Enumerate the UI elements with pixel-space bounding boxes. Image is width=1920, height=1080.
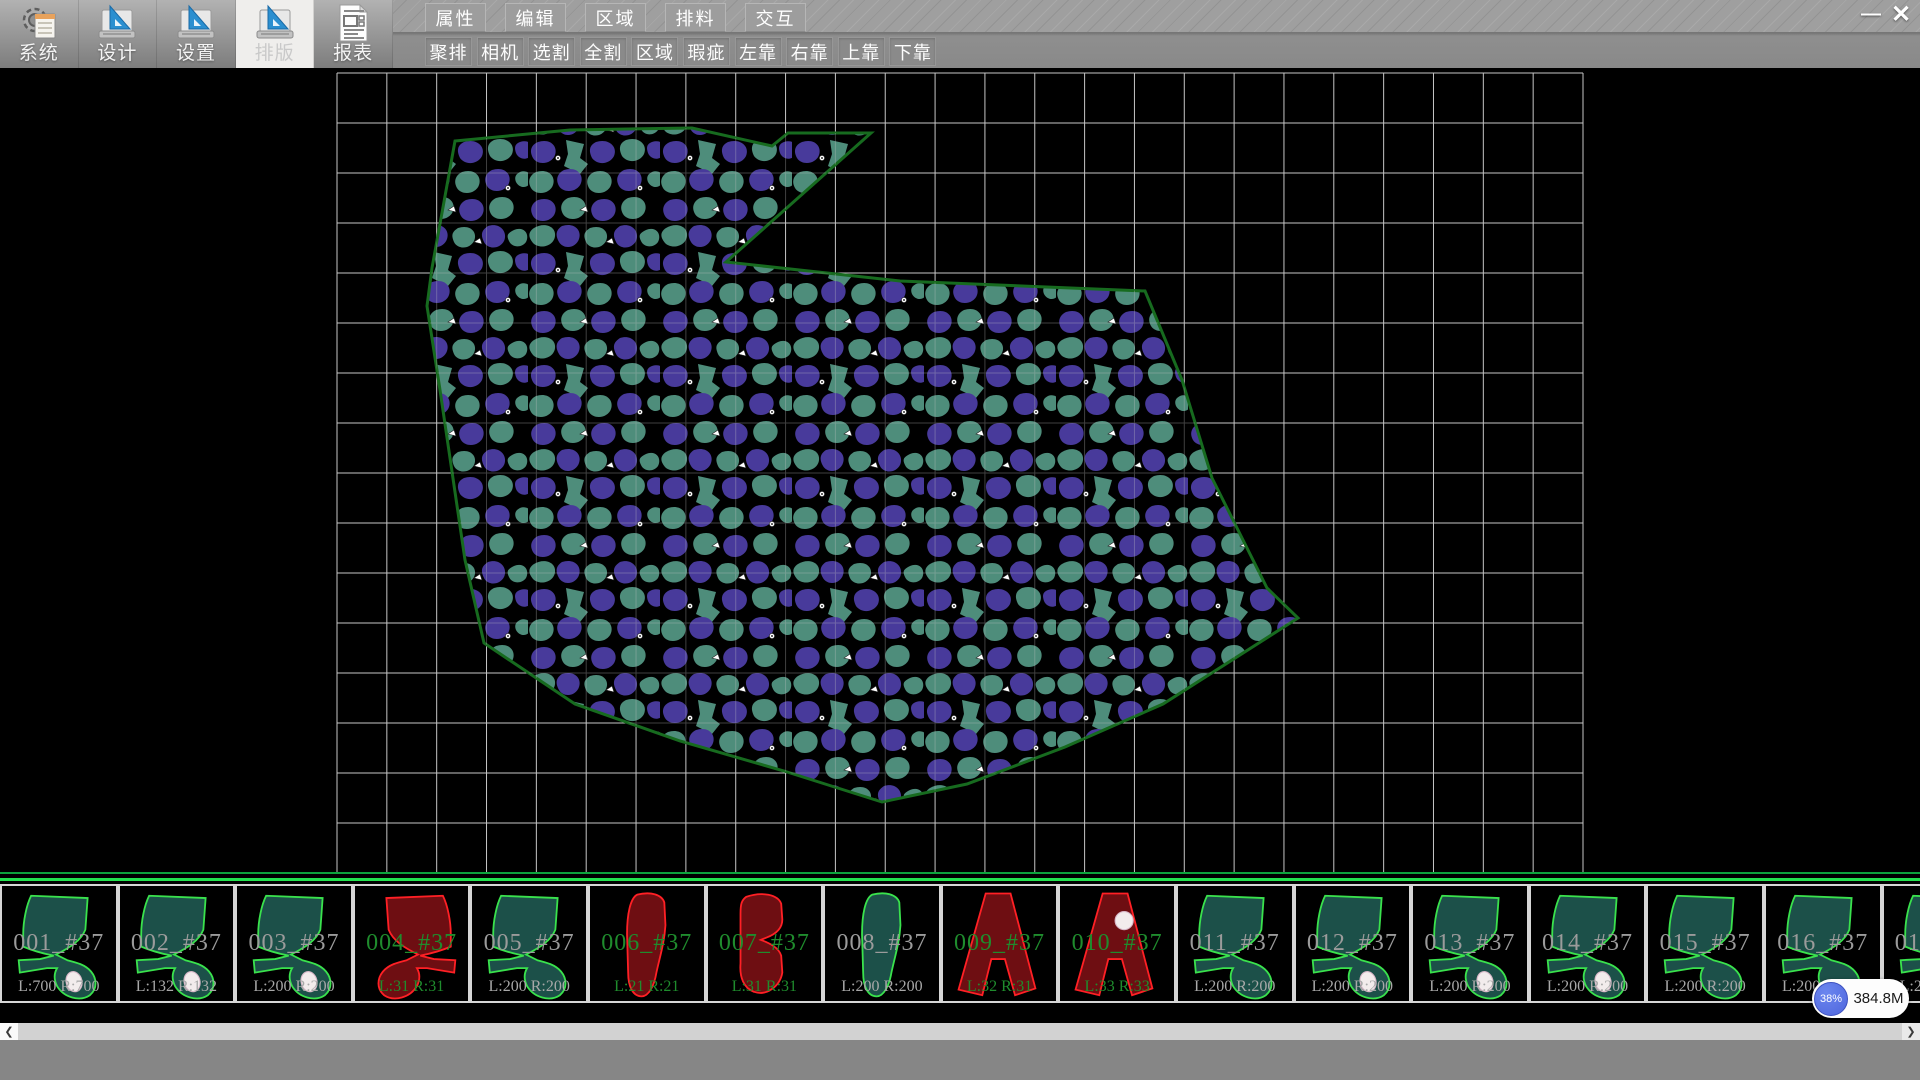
piece-name: 004_#37 bbox=[355, 930, 469, 957]
nesting-ruler-icon bbox=[257, 6, 293, 38]
piece-counts: L:31 R:31 bbox=[708, 978, 822, 996]
piece-counts: L:132 R:132 bbox=[120, 978, 234, 996]
piece-name: 002_#37 bbox=[120, 930, 234, 957]
tool-button-8[interactable]: 上靠 bbox=[838, 37, 885, 66]
piece-thumbnail-014_#37[interactable]: 014_#37 L:200 R:200 bbox=[1529, 884, 1647, 1003]
tool-button-9[interactable]: 下靠 bbox=[889, 37, 936, 66]
tool-button-3[interactable]: 全割 bbox=[580, 37, 627, 66]
window-controls: — ✕ bbox=[1856, 0, 1916, 28]
leather-hide-nested-pieces[interactable] bbox=[427, 128, 1298, 802]
piece-name: 017_#37 bbox=[1884, 930, 1920, 957]
nav-tab-design[interactable]: 设计 bbox=[79, 0, 158, 68]
piece-counts: L:32 R:31 bbox=[943, 978, 1057, 996]
system-gear-icon bbox=[24, 9, 55, 38]
piece-thumbnail-012_#37[interactable]: 012_#37 L:200 R:200 bbox=[1294, 884, 1412, 1003]
piece-thumbnail-011_#37[interactable]: 011_#37 L:200 R:200 bbox=[1176, 884, 1294, 1003]
piece-thumbnail-004_#37[interactable]: 004_#37 L:31 R:31 bbox=[353, 884, 471, 1003]
status-badge: 38% 384.8M bbox=[1812, 979, 1909, 1018]
pieces-panel-top-border bbox=[0, 878, 1920, 881]
piece-name: 003_#37 bbox=[237, 930, 351, 957]
piece-thumbnail-001_#37[interactable]: 001_#37 L:700 R:700 bbox=[0, 884, 118, 1003]
app-window: 系统 bbox=[0, 0, 1920, 1080]
piece-name: 013_#37 bbox=[1413, 930, 1527, 957]
piece-name: 008_#37 bbox=[825, 930, 939, 957]
piece-counts: L:200 R:200 bbox=[237, 978, 351, 996]
piece-name: 009_#37 bbox=[943, 930, 1057, 957]
nav-tab-settings[interactable]: 设置 bbox=[157, 0, 236, 68]
piece-thumbnail-010_#37[interactable]: 010_#37 L:33 R:33 bbox=[1058, 884, 1176, 1003]
piece-name: 012_#37 bbox=[1296, 930, 1410, 957]
horizontal-scrollbar[interactable]: ❮ ❯ bbox=[0, 1023, 1920, 1040]
piece-counts: L:33 R:33 bbox=[1060, 978, 1174, 996]
settings-ruler-icon bbox=[178, 6, 214, 38]
piece-thumbnail-007_#37[interactable]: 007_#37 L:31 R:31 bbox=[706, 884, 824, 1003]
piece-name: 005_#37 bbox=[472, 930, 586, 957]
piece-name: 011_#37 bbox=[1178, 930, 1292, 957]
design-ruler-icon bbox=[99, 6, 135, 38]
piece-counts: L:31 R:31 bbox=[355, 978, 469, 996]
tool-button-6[interactable]: 左靠 bbox=[735, 37, 782, 66]
minimize-icon[interactable]: — bbox=[1856, 3, 1886, 25]
piece-thumbnail-002_#37[interactable]: 002_#37 L:132 R:132 bbox=[118, 884, 236, 1003]
nav-tab-system[interactable]: 系统 bbox=[0, 0, 79, 68]
strip-divider bbox=[0, 872, 1920, 874]
piece-name: 015_#37 bbox=[1648, 930, 1762, 957]
footer-bar bbox=[0, 1040, 1920, 1080]
scroll-right-icon[interactable]: ❯ bbox=[1902, 1023, 1920, 1040]
piece-counts: L:21 R:21 bbox=[590, 978, 704, 996]
piece-counts: L:200 R:200 bbox=[472, 978, 586, 996]
piece-thumbnail-015_#37[interactable]: 015_#37 L:200 R:200 bbox=[1646, 884, 1764, 1003]
piece-counts: L:200 R:200 bbox=[1296, 978, 1410, 996]
piece-counts: L:200 R:200 bbox=[1648, 978, 1762, 996]
nav-tab-report[interactable]: 报表 bbox=[314, 0, 393, 68]
piece-name: 007_#37 bbox=[708, 930, 822, 957]
tool-button-0[interactable]: 聚排 bbox=[425, 37, 472, 66]
piece-counts: L:200 R:200 bbox=[1531, 978, 1645, 996]
piece-thumbnail-003_#37[interactable]: 003_#37 L:200 R:200 bbox=[235, 884, 353, 1003]
piece-thumbnail-006_#37[interactable]: 006_#37 L:21 R:21 bbox=[588, 884, 706, 1003]
tool-button-2[interactable]: 选割 bbox=[528, 37, 575, 66]
piece-name: 010_#37 bbox=[1060, 930, 1174, 957]
menu-bar: 属性编辑区域排料交互 bbox=[425, 3, 825, 33]
piece-thumbnail-009_#37[interactable]: 009_#37 L:32 R:31 bbox=[941, 884, 1059, 1003]
piece-name: 014_#37 bbox=[1531, 930, 1645, 957]
menu-item-0[interactable]: 属性 bbox=[425, 3, 486, 32]
tool-button-5[interactable]: 瑕疵 bbox=[683, 37, 730, 66]
piece-counts: L:200 R:200 bbox=[1413, 978, 1527, 996]
tool-button-1[interactable]: 相机 bbox=[477, 37, 524, 66]
scroll-left-icon[interactable]: ❮ bbox=[0, 1023, 18, 1040]
main-nav-tabs: 系统 bbox=[0, 0, 393, 68]
piece-thumbnail-008_#37[interactable]: 008_#37 L:200 R:200 bbox=[823, 884, 941, 1003]
piece-name: 016_#37 bbox=[1766, 930, 1880, 957]
menu-item-1[interactable]: 编辑 bbox=[505, 3, 566, 32]
pieces-panel: 001_#37 L:700 R:700 002_#37 L:132 R:132 … bbox=[0, 878, 1920, 1006]
menu-item-4[interactable]: 交互 bbox=[745, 3, 806, 32]
tool-bar: 聚排相机选割全割区域瑕疵左靠右靠上靠下靠 bbox=[425, 37, 941, 66]
piece-thumbnail-013_#37[interactable]: 013_#37 L:200 R:200 bbox=[1411, 884, 1529, 1003]
toolbar: 系统 bbox=[0, 0, 1920, 68]
progress-percent-badge: 38% bbox=[1814, 982, 1848, 1016]
memory-usage-label: 384.8M bbox=[1848, 990, 1909, 1007]
piece-counts: L:200 R:200 bbox=[825, 978, 939, 996]
piece-counts: L:200 R:200 bbox=[1178, 978, 1292, 996]
piece-thumbnail-row: 001_#37 L:700 R:700 002_#37 L:132 R:132 … bbox=[0, 884, 1920, 1003]
piece-name: 006_#37 bbox=[590, 930, 704, 957]
piece-thumbnail-005_#37[interactable]: 005_#37 L:200 R:200 bbox=[470, 884, 588, 1003]
menu-item-3[interactable]: 排料 bbox=[665, 3, 726, 32]
menu-item-2[interactable]: 区域 bbox=[585, 3, 646, 32]
tool-button-4[interactable]: 区域 bbox=[631, 37, 678, 66]
report-doc-icon bbox=[340, 5, 367, 41]
piece-counts: L:700 R:700 bbox=[2, 978, 116, 996]
piece-name: 001_#37 bbox=[2, 930, 116, 957]
tool-button-7[interactable]: 右靠 bbox=[786, 37, 833, 66]
nav-tab-nesting[interactable]: 排版 bbox=[236, 0, 315, 68]
close-icon[interactable]: ✕ bbox=[1886, 1, 1916, 27]
